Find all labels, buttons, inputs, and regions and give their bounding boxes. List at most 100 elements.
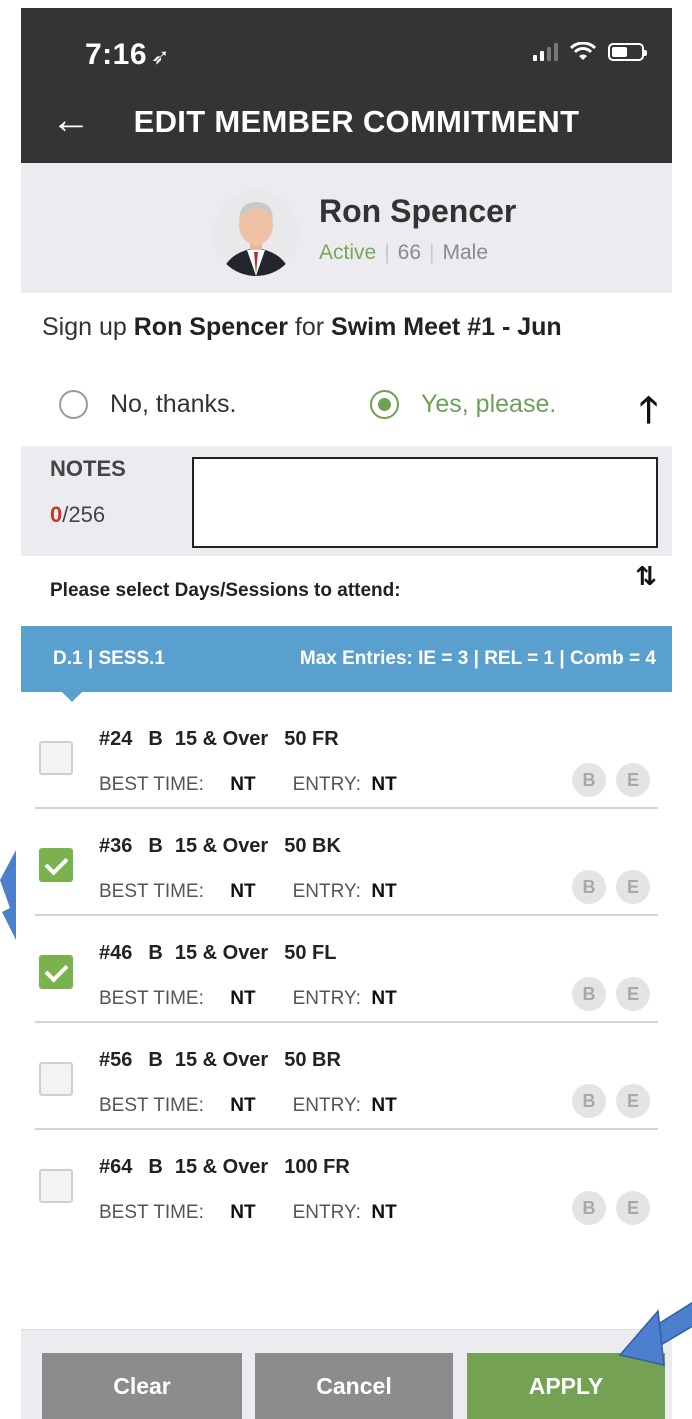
entry-label: ENTRY: (292, 1095, 361, 1116)
entry-value: NT (371, 881, 397, 902)
event-checkbox[interactable] (39, 1169, 73, 1203)
entry-badge[interactable]: E (616, 763, 650, 797)
event-title: #46 B 15 & Over 50 FL (99, 942, 352, 965)
entry-value: NT (371, 1095, 397, 1116)
best-time-value: NT (230, 1095, 256, 1116)
event-number: #46 (99, 942, 133, 964)
entry-value: NT (371, 988, 397, 1009)
event-age-group: 15 & Over (174, 942, 269, 964)
no-thanks-label: No, thanks. (110, 390, 237, 418)
event-checkbox[interactable] (39, 955, 73, 989)
entry-label: ENTRY: (292, 1202, 361, 1223)
best-time-badge[interactable]: B (572, 1084, 606, 1118)
event-badges: B E (572, 870, 650, 904)
battery-icon (608, 43, 647, 61)
event-class: B (148, 942, 163, 964)
signup-member-name: Ron Spencer (133, 313, 288, 341)
event-title: #64 B 15 & Over 100 FR (99, 1156, 366, 1179)
phone-screen: 7:16 ➶ ← EDIT MEMBER COMMITMENT Ron Spen… (21, 8, 672, 1419)
page-title: EDIT MEMBER COMMITMENT (133, 104, 580, 139)
entry-label: ENTRY: (292, 774, 361, 795)
app-header: 7:16 ➶ ← EDIT MEMBER COMMITMENT (21, 8, 672, 163)
status-time: 7:16 ➶ (85, 38, 170, 72)
meta-separator: | (429, 241, 435, 264)
best-time-badge[interactable]: B (572, 870, 606, 904)
event-class: B (148, 1049, 163, 1071)
entry-badge[interactable]: E (616, 1084, 650, 1118)
updown-glyph: ⇅ (635, 561, 657, 591)
location-arrow-icon: ➶ (151, 44, 170, 69)
best-time-label: BEST TIME: (99, 774, 204, 795)
event-name: 50 BK (284, 835, 341, 857)
cellular-signal-icon (533, 43, 558, 61)
collapse-arrow-up-icon[interactable]: 🡑 (639, 384, 658, 445)
yes-please-label: Yes, please. (421, 390, 557, 418)
meta-separator: | (384, 241, 390, 264)
event-times: BEST TIME: NT ENTRY: NT (99, 774, 397, 796)
notes-textarea[interactable] (192, 457, 658, 548)
best-time-value: NT (230, 881, 256, 902)
best-time-label: BEST TIME: (99, 1202, 204, 1223)
best-time-badge[interactable]: B (572, 977, 606, 1011)
notes-count-max: /256 (62, 502, 106, 527)
action-footer: Clear Cancel APPLY (21, 1329, 672, 1419)
event-checkbox[interactable] (39, 1062, 73, 1096)
entry-badge[interactable]: E (616, 870, 650, 904)
yes-please-radio[interactable]: Yes, please. (370, 390, 556, 419)
entry-badge[interactable]: E (616, 1191, 650, 1225)
signup-text: Sign up Ron Spencer for Swim Meet #1 - J… (42, 313, 562, 342)
member-status: Active (319, 241, 377, 264)
clear-button[interactable]: Clear (42, 1353, 242, 1419)
event-badges: B E (572, 1084, 650, 1118)
member-card: Ron Spencer Active | 66 | Male (21, 163, 672, 293)
cancel-button[interactable]: Cancel (255, 1353, 453, 1419)
radio-circle (59, 390, 88, 419)
signup-meet-name: Swim Meet #1 - Jun (331, 313, 562, 341)
max-entries-label: Max Entries: IE = 3 | REL = 1 | Comb = 4 (299, 648, 656, 669)
best-time-value: NT (230, 1202, 256, 1223)
annotation-arrow-left (0, 850, 16, 940)
best-time-label: BEST TIME: (99, 988, 204, 1009)
event-times: BEST TIME: NT ENTRY: NT (99, 988, 397, 1010)
event-age-group: 15 & Over (174, 728, 269, 750)
event-name: 50 FL (284, 942, 337, 964)
event-row: #46 B 15 & Over 50 FL BEST TIME: NT ENTRY: … (35, 916, 658, 1023)
signup-prefix: Sign up (42, 313, 127, 341)
notes-count-current: 0 (50, 502, 63, 527)
event-number: #64 (99, 1156, 133, 1178)
event-name: 50 FR (284, 728, 339, 750)
no-thanks-radio[interactable]: No, thanks. (59, 390, 236, 419)
session-header[interactable]: D.1 | SESS.1 Max Entries: IE = 3 | REL =… (21, 626, 672, 702)
annotation-arrow-right (618, 1301, 692, 1366)
event-number: #36 (99, 835, 133, 857)
event-checkbox[interactable] (39, 848, 73, 882)
event-times: BEST TIME: NT ENTRY: NT (99, 1202, 397, 1224)
member-meta: Active | 66 | Male (319, 241, 488, 265)
event-name: 50 BR (284, 1049, 341, 1071)
entry-badge[interactable]: E (616, 977, 650, 1011)
event-class: B (148, 728, 163, 750)
event-age-group: 15 & Over (174, 1156, 269, 1178)
member-gender: Male (442, 241, 489, 264)
best-time-badge[interactable]: B (572, 763, 606, 797)
member-age: 66 (397, 241, 422, 264)
event-checkbox[interactable] (39, 741, 73, 775)
status-icons (533, 42, 647, 62)
event-age-group: 15 & Over (174, 835, 269, 857)
best-time-label: BEST TIME: (99, 881, 204, 902)
member-name: Ron Spencer (319, 193, 517, 229)
best-time-value: NT (230, 988, 256, 1009)
member-photo (213, 190, 299, 276)
best-time-badge[interactable]: B (572, 1191, 606, 1225)
expand-collapse-arrows-icon[interactable]: ⇅ (635, 561, 657, 591)
event-row: #56 B 15 & Over 50 BR BEST TIME: NT ENTRY: … (35, 1023, 658, 1130)
event-number: #24 (99, 728, 133, 750)
event-title: #56 B 15 & Over 50 BR (99, 1049, 357, 1072)
radio-circle-selected (370, 390, 399, 419)
event-class: B (148, 835, 163, 857)
entry-label: ENTRY: (292, 881, 361, 902)
avatar (213, 190, 299, 276)
event-name: 100 FR (284, 1156, 350, 1178)
notes-character-count: 0/256 (50, 502, 105, 528)
notes-section: NOTES 0/256 (21, 446, 672, 556)
